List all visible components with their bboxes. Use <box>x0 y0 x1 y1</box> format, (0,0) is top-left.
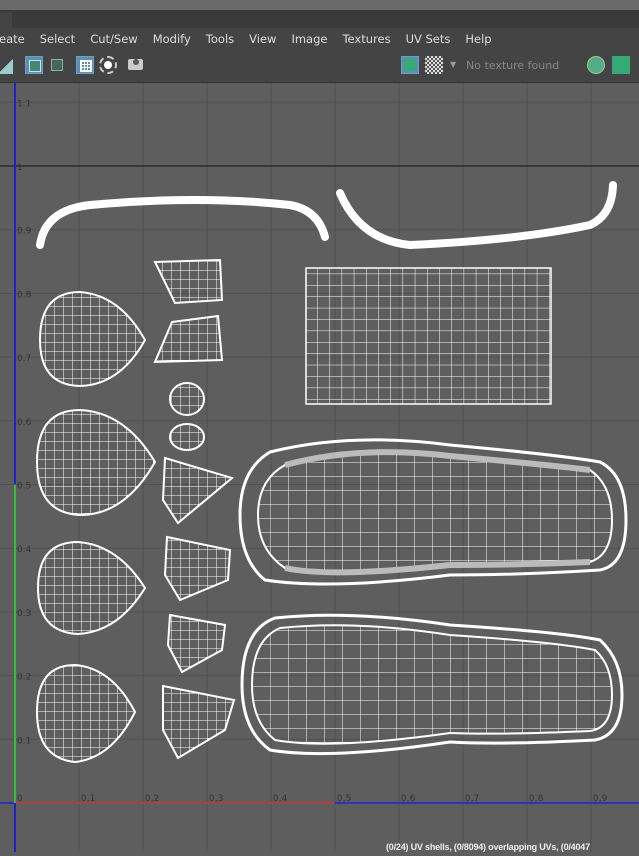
menu-view[interactable]: View <box>249 32 276 46</box>
menu-modify[interactable]: Modify <box>153 32 191 46</box>
uv-shell-small-3 <box>169 382 205 416</box>
uv-shell-strip-left <box>36 196 329 249</box>
u-tick-label: 0.8 <box>529 794 544 804</box>
uv-canvas[interactable]: 0 0.1 0.2 0.3 0.4 0.5 0.6 0.7 0.8 0.9 0.1 0.2 0.3 0.4… <box>0 83 639 852</box>
uv-shell-small-7 <box>166 613 227 674</box>
uv-status-readout: (0/24) UV shells, (0/8094) overlapping U… <box>386 842 590 852</box>
u-tick-label: 0.2 <box>145 794 159 804</box>
v-tick-label: 1 <box>17 163 23 173</box>
uv-shell-small-1 <box>153 258 224 305</box>
menu-select[interactable]: Select <box>40 32 75 46</box>
shaded-toggle-icon[interactable] <box>48 56 66 74</box>
image-display-icon[interactable] <box>401 56 419 74</box>
v-tick-label: 0.6 <box>17 418 32 428</box>
u-tick-label: 0.4 <box>273 794 288 804</box>
u-tick-label: 0.3 <box>209 794 223 804</box>
menu-help[interactable]: Help <box>465 32 491 46</box>
snapshot-icon[interactable] <box>127 56 145 74</box>
u-tick-label: 0.7 <box>465 794 479 804</box>
v-tick-label: 0.2 <box>17 673 31 683</box>
checker-icon[interactable] <box>425 56 443 74</box>
u-tick-label: 0.1 <box>81 794 95 804</box>
menu-textures[interactable]: Textures <box>342 32 390 46</box>
v-tick-label: 0.3 <box>17 609 31 619</box>
uv-shell-egg-4 <box>35 663 137 764</box>
image-icon[interactable] <box>612 56 630 74</box>
uv-shell-grid-rect <box>305 267 552 405</box>
grid-icon[interactable] <box>76 56 94 74</box>
texture-status: No texture found <box>466 59 560 72</box>
menu-uv-sets[interactable]: UV Sets <box>406 32 451 46</box>
u-tick-label: 0.6 <box>401 794 416 804</box>
uv-shell-small-5 <box>161 456 235 525</box>
menu-create[interactable]: eate <box>0 32 25 46</box>
v-tick-label: 0.1 <box>17 736 31 746</box>
panel-title-bar <box>0 10 639 28</box>
uv-shell-egg-2 <box>35 408 157 517</box>
window-top-edge <box>0 0 639 10</box>
uv-shell-sole-bottom-inner <box>250 624 614 745</box>
uv-shell-small-8 <box>162 684 236 760</box>
uv-shell-egg-3 <box>36 540 147 636</box>
v-tick-label: 0.5 <box>17 482 31 492</box>
dim-icon[interactable] <box>99 56 117 74</box>
uv-shell-strip-right <box>336 181 617 250</box>
menu-image[interactable]: Image <box>291 32 327 46</box>
rgb-icon[interactable] <box>587 56 605 74</box>
uv-viewport[interactable]: 0 0.1 0.2 0.3 0.4 0.5 0.6 0.7 0.8 0.9 0.1 0.2 0.3 0.4… <box>0 83 639 852</box>
wireframe-toggle-icon[interactable] <box>25 56 43 74</box>
menu-tools[interactable]: Tools <box>206 32 234 46</box>
uv-shell-icon[interactable] <box>0 56 13 74</box>
v-tick-label: 1.1 <box>17 99 31 109</box>
v-tick-label: 0.7 <box>17 354 31 364</box>
u-tick-label: 0.9 <box>593 794 608 804</box>
v-tick-label: 0.9 <box>17 227 32 237</box>
toolbar: ▼ No texture found <box>0 49 639 83</box>
panel-tab[interactable] <box>0 12 12 28</box>
uv-shell-small-2 <box>153 314 224 364</box>
menu-cut-sew[interactable]: Cut/Sew <box>90 32 137 46</box>
menu-bar: eate Select Cut/Sew Modify Tools View Im… <box>0 28 639 49</box>
v-tick-label: 0.8 <box>17 290 32 300</box>
uv-shell-sole-top-inner <box>256 451 614 574</box>
uv-shell-small-4 <box>169 423 205 451</box>
uv-shell-egg-1 <box>38 290 147 388</box>
uv-shell-small-6 <box>163 535 232 602</box>
u-tick-label: 0 <box>17 794 23 804</box>
u-tick-label: 0.5 <box>337 794 351 804</box>
v-tick-label: 0.4 <box>17 545 32 555</box>
